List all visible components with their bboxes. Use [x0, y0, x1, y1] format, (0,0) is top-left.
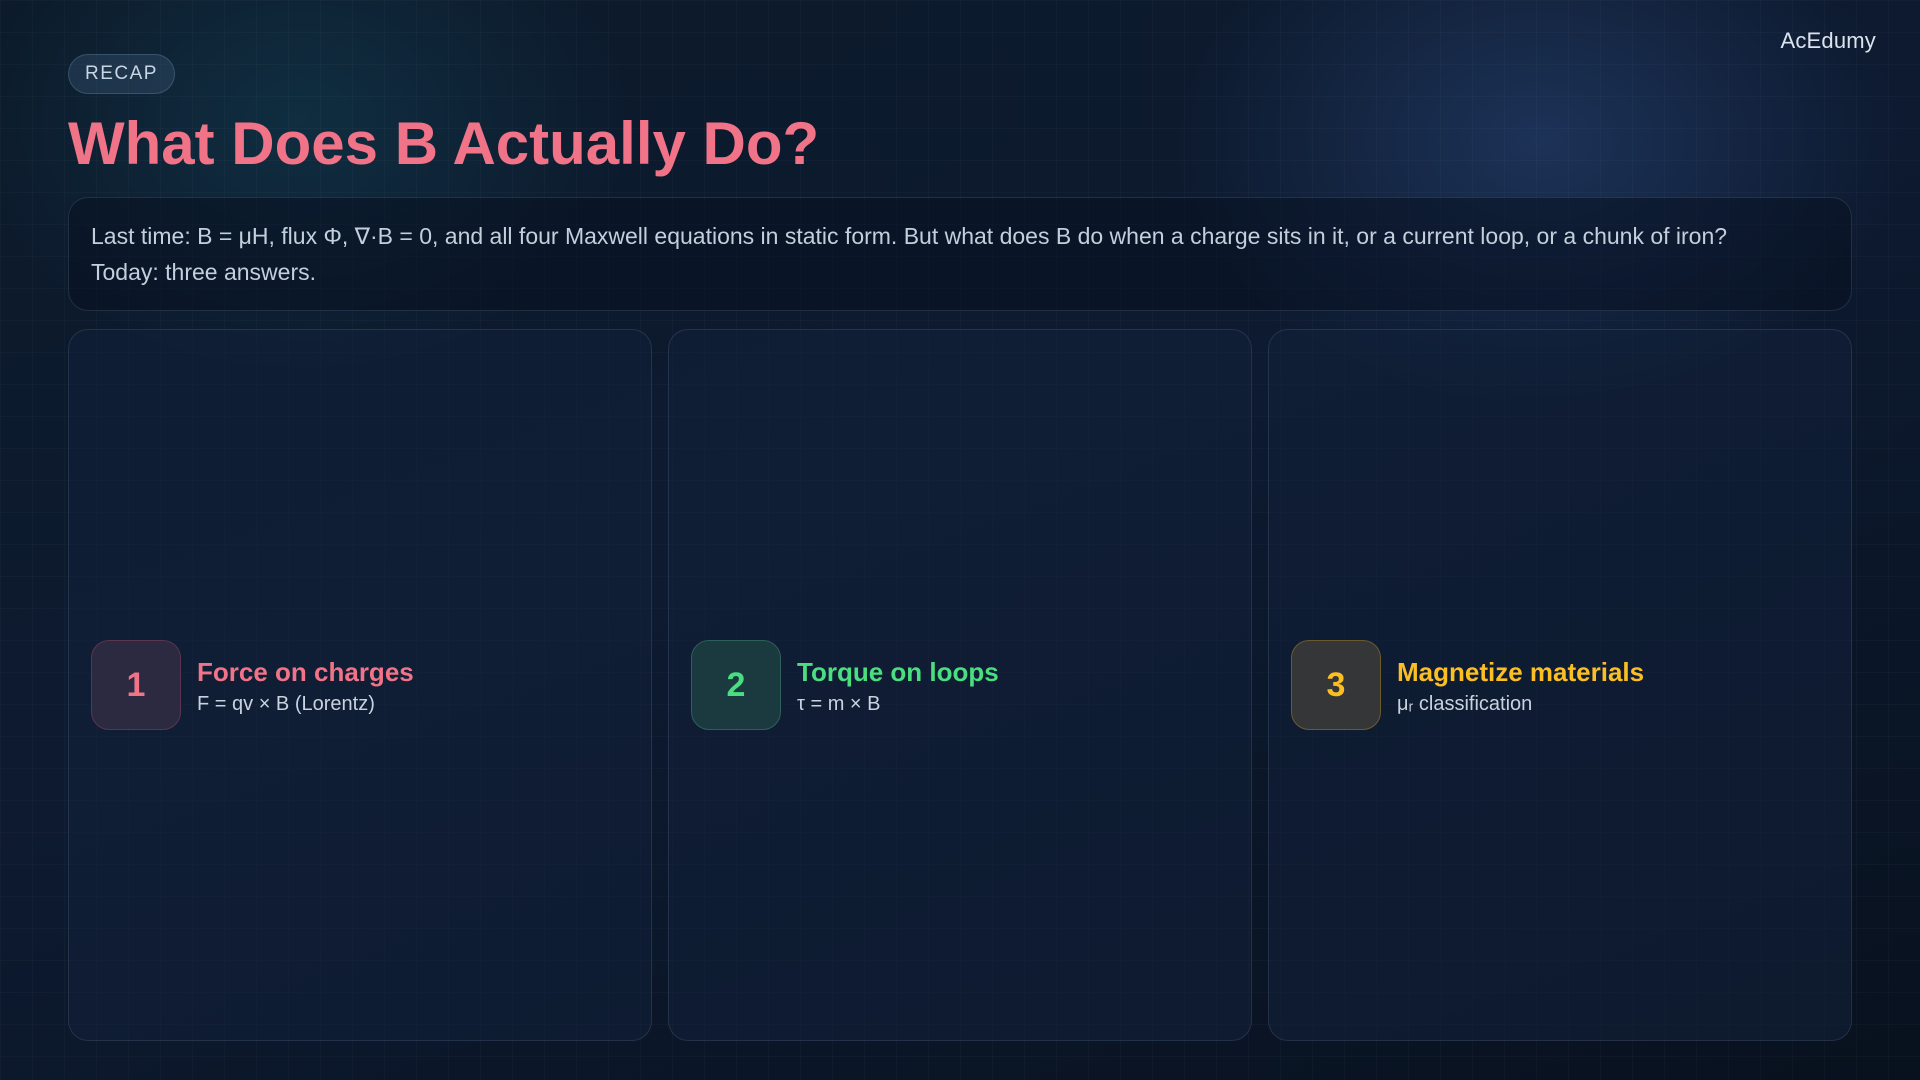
card-text: Force on charges F = qv × B (Lorentz) [197, 655, 414, 716]
card-formula: F = qv × B (Lorentz) [197, 692, 375, 715]
card-formula: μᵣ classification [1397, 692, 1533, 715]
card-force-on-charges: 1 Force on charges F = qv × B (Lorentz) [68, 329, 652, 1041]
card-title: Force on charges [197, 656, 414, 687]
intro-line-2: Today: three answers. [91, 259, 317, 285]
card-formula: τ = m × B [797, 692, 881, 715]
card-text: Torque on loops τ = m × B [797, 655, 999, 716]
card-title: Magnetize materials [1397, 656, 1645, 687]
card-title: Torque on loops [797, 656, 999, 687]
number-badge: 2 [691, 640, 781, 730]
number-badge: 3 [1291, 640, 1381, 730]
answer-cards: 1 Force on charges F = qv × B (Lorentz) … [68, 329, 1852, 1041]
number-badge: 1 [91, 640, 181, 730]
card-torque-on-loops: 2 Torque on loops τ = m × B [668, 329, 1252, 1041]
card-text: Magnetize materials μᵣ classification [1397, 655, 1644, 716]
recap-badge: RECAP [68, 54, 175, 94]
page-title: What Does B Actually Do? [68, 110, 820, 177]
card-magnetize-materials: 3 Magnetize materials μᵣ classification [1268, 329, 1852, 1041]
intro-line-1: Last time: B = μH, flux Φ, ∇·B = 0, and … [91, 223, 1728, 249]
brand-logo-text: AcEdumy [1780, 28, 1876, 53]
intro-box: Last time: B = μH, flux Φ, ∇·B = 0, and … [68, 197, 1852, 311]
